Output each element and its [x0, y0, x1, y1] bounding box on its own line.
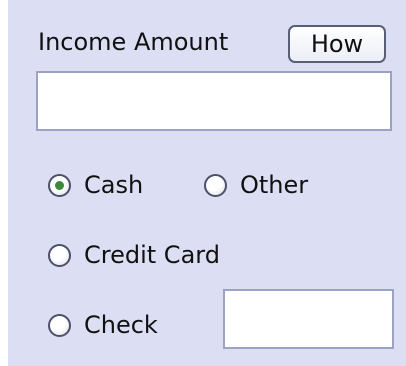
- radio-button-icon[interactable]: [48, 173, 71, 197]
- radio-other-label[interactable]: Other: [240, 165, 308, 205]
- income-amount-input[interactable]: [36, 71, 392, 131]
- how-button[interactable]: How: [288, 25, 386, 63]
- radio-other[interactable]: Other: [204, 165, 308, 205]
- income-amount-label: Income Amount: [38, 28, 229, 56]
- radio-check-label[interactable]: Check: [84, 305, 158, 345]
- radio-button-icon[interactable]: [48, 243, 71, 267]
- check-number-input[interactable]: [223, 289, 394, 349]
- radio-credit-card[interactable]: Credit Card: [48, 235, 220, 275]
- income-panel: Income Amount How Cash Other Credit Card…: [8, 0, 406, 366]
- radio-button-icon[interactable]: [204, 173, 227, 197]
- radio-credit-card-label[interactable]: Credit Card: [84, 235, 220, 275]
- radio-cash[interactable]: Cash: [48, 165, 143, 205]
- radio-cash-label[interactable]: Cash: [84, 165, 143, 205]
- radio-selected-dot: [55, 180, 64, 190]
- radio-check[interactable]: Check: [48, 305, 158, 345]
- radio-button-icon[interactable]: [48, 313, 71, 337]
